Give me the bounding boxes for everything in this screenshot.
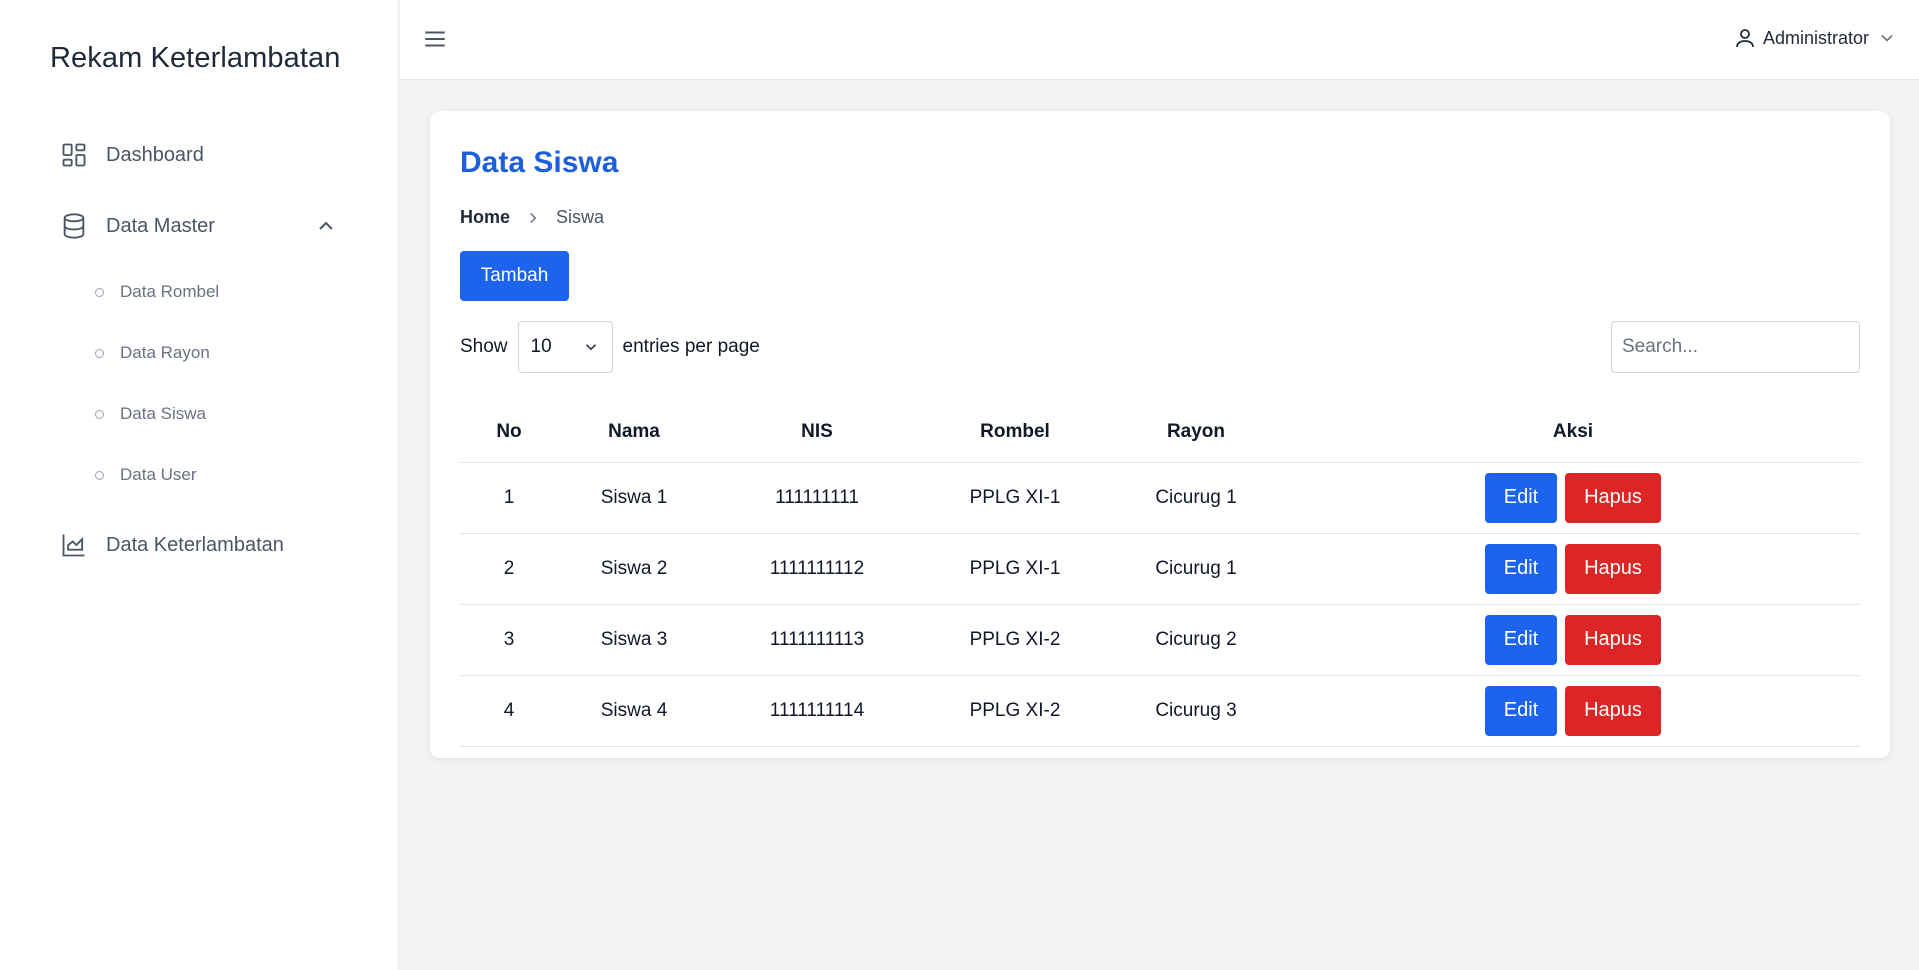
chevron-down-icon — [585, 344, 596, 351]
column-header-nis: NIS — [710, 403, 924, 463]
dashboard-grid-icon — [60, 141, 88, 169]
cell-nama: Siswa 3 — [558, 604, 710, 676]
cell-nis: 1111111112 — [710, 533, 924, 605]
cell-rombel: PPLG XI-1 — [924, 462, 1106, 534]
edit-button[interactable]: Edit — [1485, 543, 1557, 594]
hamburger-menu-icon[interactable] — [422, 26, 448, 52]
edit-button[interactable]: Edit — [1485, 614, 1557, 665]
students-table: No Nama NIS Rombel Rayon Aksi 1 Siswa 1 … — [460, 403, 1860, 747]
database-icon — [60, 212, 88, 240]
sidebar-item-dashboard[interactable]: Dashboard — [60, 135, 338, 175]
add-button[interactable]: Tambah — [460, 251, 569, 301]
cell-nis: 111111111 — [710, 462, 924, 534]
sidebar-subitem-data-rombel[interactable]: Data Rombel — [95, 277, 219, 307]
table-row: 1 Siswa 1 111111111 PPLG XI-1 Cicurug 1 … — [460, 462, 1860, 534]
cell-no: 4 — [460, 675, 558, 747]
column-header-no: No — [460, 403, 558, 463]
subitem-label: Data Rayon — [120, 343, 210, 362]
cell-rayon: Cicurug 1 — [1106, 462, 1286, 534]
cell-rombel: PPLG XI-2 — [924, 675, 1106, 747]
entries-per-page-select[interactable]: 10 — [517, 321, 613, 373]
column-header-rayon: Rayon — [1106, 403, 1286, 463]
cell-nama: Siswa 4 — [558, 675, 710, 747]
table-row: 2 Siswa 2 1111111112 PPLG XI-1 Cicurug 1… — [460, 533, 1860, 605]
cell-rayon: Cicurug 3 — [1106, 675, 1286, 747]
chevron-down-icon — [1881, 34, 1893, 42]
subitem-label: Data User — [120, 465, 197, 484]
topbar: Administrator — [400, 0, 1919, 80]
column-header-nama: Nama — [558, 403, 710, 463]
bullet-icon — [95, 287, 104, 297]
cell-nis: 1111111113 — [710, 604, 924, 676]
cell-actions: Edit Hapus — [1286, 675, 1860, 747]
entries-label: entries per page — [622, 336, 760, 357]
cell-no: 2 — [460, 533, 558, 605]
breadcrumb-home-link[interactable]: Home — [460, 207, 510, 228]
user-menu[interactable]: Administrator — [1733, 26, 1897, 50]
sidebar-item-data-master[interactable]: Data Master — [60, 206, 338, 246]
search-input[interactable] — [1611, 321, 1860, 373]
chevron-right-icon — [530, 212, 537, 223]
entries-control: Show 10 entries per page — [460, 321, 760, 373]
entries-value: 10 — [530, 336, 552, 357]
cell-actions: Edit Hapus — [1286, 533, 1860, 605]
sidebar-item-label: Data Master — [106, 214, 215, 237]
cell-rayon: Cicurug 2 — [1106, 604, 1286, 676]
cell-nis: 1111111114 — [710, 675, 924, 747]
sidebar-item-label: Data Keterlambatan — [106, 533, 284, 556]
cell-actions: Edit Hapus — [1286, 604, 1860, 676]
chevron-up-icon — [319, 221, 333, 230]
cell-nama: Siswa 1 — [558, 462, 710, 534]
table-header-row: No Nama NIS Rombel Rayon Aksi — [460, 403, 1860, 463]
sidebar-item-data-keterlambatan[interactable]: Data Keterlambatan — [60, 525, 338, 565]
content-card: Data Siswa Home Siswa Tambah Show 10 ent… — [430, 111, 1890, 758]
cell-rombel: PPLG XI-2 — [924, 604, 1106, 676]
subitem-label: Data Siswa — [120, 404, 206, 423]
delete-button[interactable]: Hapus — [1565, 543, 1661, 594]
edit-button[interactable]: Edit — [1485, 472, 1557, 523]
bullet-icon — [95, 470, 104, 480]
delete-button[interactable]: Hapus — [1565, 614, 1661, 665]
cell-rombel: PPLG XI-1 — [924, 533, 1106, 605]
delete-button[interactable]: Hapus — [1565, 685, 1661, 736]
breadcrumb-current: Siswa — [556, 207, 605, 227]
column-header-rombel: Rombel — [924, 403, 1106, 463]
cell-nama: Siswa 2 — [558, 533, 710, 605]
sidebar-item-label: Dashboard — [106, 143, 204, 166]
column-header-aksi: Aksi — [1286, 403, 1860, 463]
user-name: Administrator — [1762, 27, 1869, 48]
table-row: 3 Siswa 3 1111111113 PPLG XI-2 Cicurug 2… — [460, 604, 1860, 676]
cell-no: 1 — [460, 462, 558, 534]
brand-title: Rekam Keterlambatan — [50, 42, 341, 74]
sidebar-subitem-data-rayon[interactable]: Data Rayon — [95, 338, 210, 368]
chart-area-icon — [60, 531, 88, 559]
cell-no: 3 — [460, 604, 558, 676]
sidebar-subitem-data-siswa[interactable]: Data Siswa — [95, 399, 206, 429]
page-title: Data Siswa — [460, 146, 619, 179]
bullet-icon — [95, 409, 104, 419]
delete-button[interactable]: Hapus — [1565, 472, 1661, 523]
breadcrumb: Home Siswa — [460, 207, 604, 228]
user-icon — [1736, 29, 1754, 48]
sidebar-subitem-data-user[interactable]: Data User — [95, 460, 197, 490]
table-row: 4 Siswa 4 1111111114 PPLG XI-2 Cicurug 3… — [460, 675, 1860, 747]
subitem-label: Data Rombel — [120, 282, 220, 301]
bullet-icon — [95, 348, 104, 358]
show-label: Show — [460, 336, 508, 357]
cell-actions: Edit Hapus — [1286, 462, 1860, 534]
sidebar: Rekam Keterlambatan Dashboard Data Maste… — [0, 0, 399, 970]
edit-button[interactable]: Edit — [1485, 685, 1557, 736]
cell-rayon: Cicurug 1 — [1106, 533, 1286, 605]
